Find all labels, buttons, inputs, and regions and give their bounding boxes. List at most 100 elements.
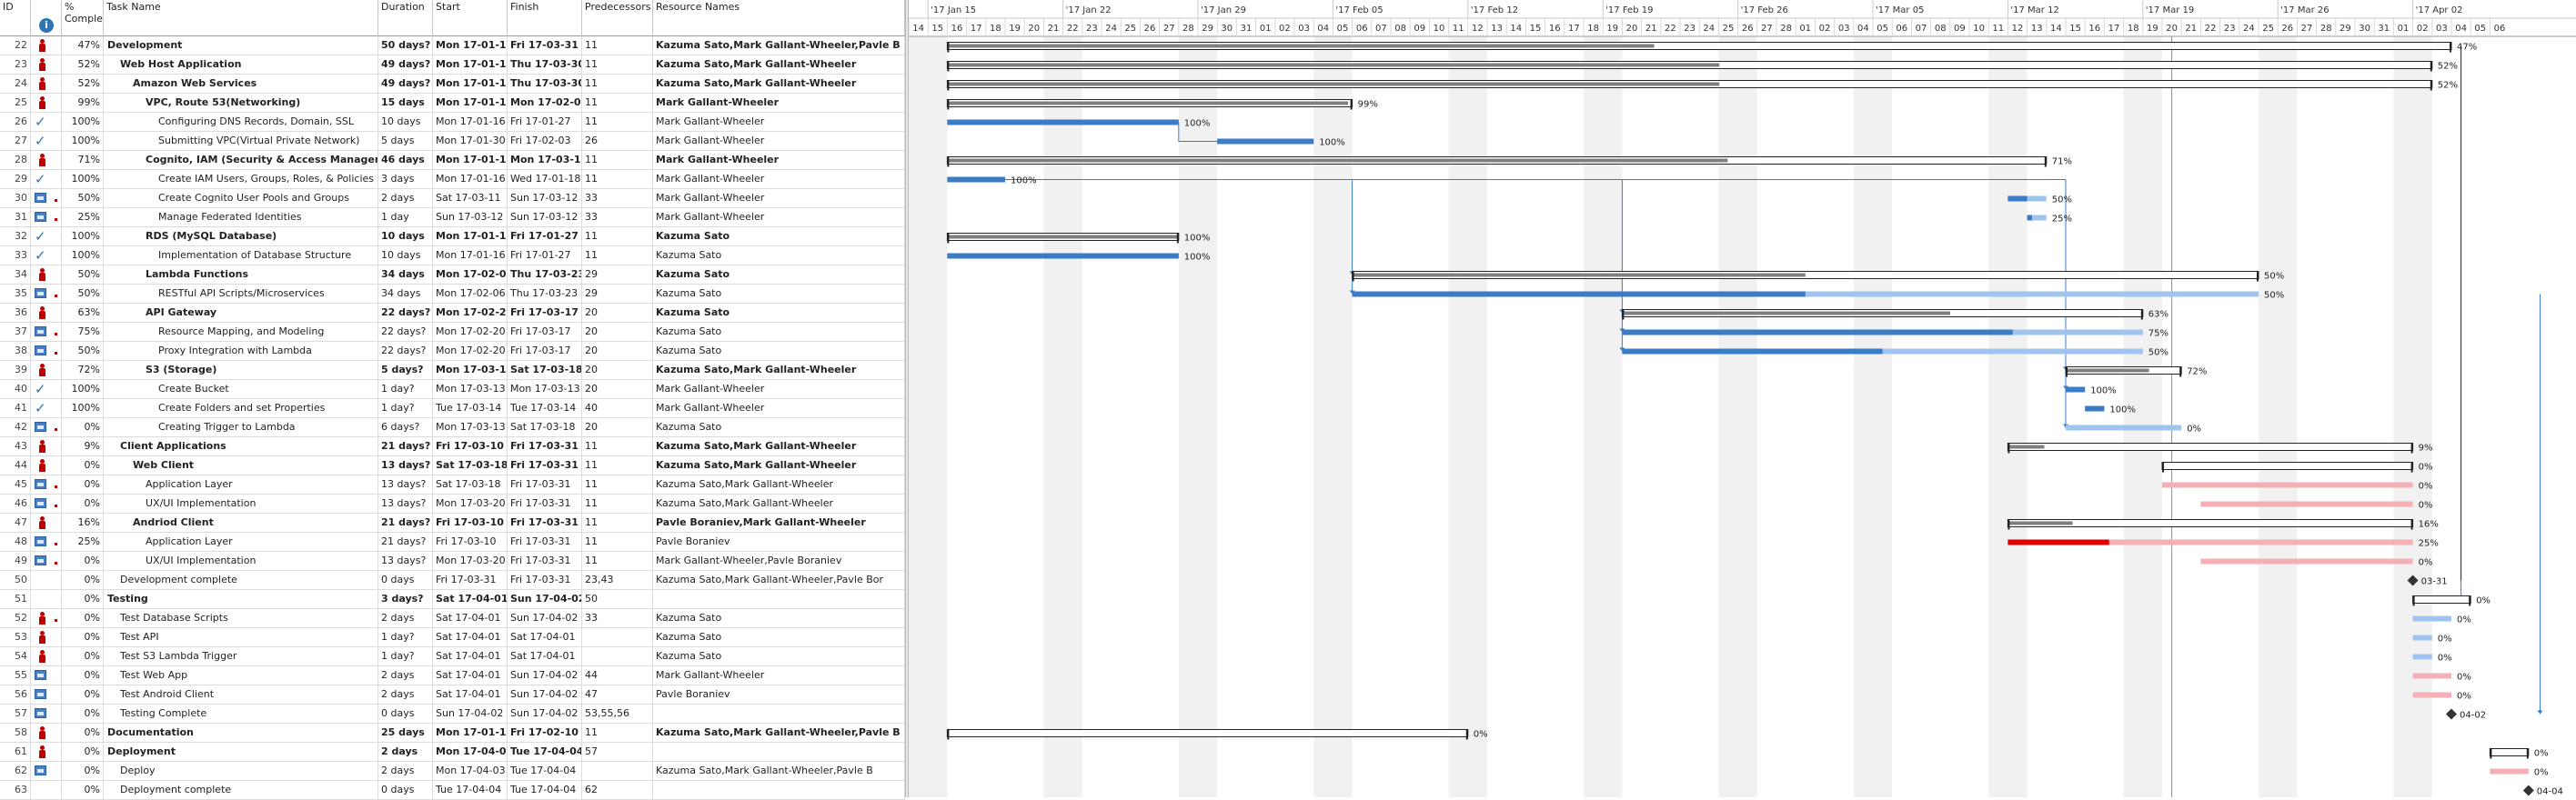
task-name[interactable]: Deploy [104,762,378,780]
table-row[interactable]: 25 99% VPC, Route 53(Networking) 15 days Mon… [0,94,905,113]
task-resources[interactable]: Kazuma Sato [653,304,905,322]
percent-complete[interactable]: 72% [62,361,104,379]
task-finish[interactable]: Fri 17-03-31 [508,514,582,532]
task-duration[interactable]: 3 days [378,170,433,188]
task-name[interactable]: VPC, Route 53(Networking) [104,94,378,112]
percent-complete[interactable]: 52% [62,75,104,93]
task-name[interactable]: Application Layer [104,475,378,494]
task-name[interactable]: UX/UI Implementation [104,552,378,570]
task-name[interactable]: Test API [104,628,378,646]
task-name[interactable]: Development complete [104,571,378,589]
task-finish[interactable]: Fri 17-03-17 [508,323,582,341]
table-row[interactable]: 37 75% Resource Mapping, and Modeling 22 da… [0,323,905,342]
task-start[interactable]: Mon 17-03-13 [433,380,508,398]
task-predecessors[interactable]: 11 [582,75,653,93]
task-finish[interactable]: Thu 17-03-23 [508,285,582,303]
task-predecessors[interactable]: 11 [582,170,653,188]
column-header-predecessors[interactable]: Predecessors [582,0,653,36]
task-resources[interactable]: Mark Gallant-Wheeler [653,208,905,226]
percent-complete[interactable]: 50% [62,265,104,284]
task-predecessors[interactable]: 44 [582,666,653,685]
task-predecessors[interactable]: 11 [582,475,653,494]
task-duration[interactable]: 2 days [378,189,433,207]
table-row[interactable]: 43 9% Client Applications 21 days? Fri 17-03… [0,437,905,456]
task-finish[interactable]: Fri 17-03-17 [508,342,582,360]
percent-complete[interactable]: 47% [62,36,104,55]
task-finish[interactable]: Sun 17-04-02 [508,685,582,704]
table-row[interactable]: 50 0% Development complete 0 days Fri 17-03-… [0,571,905,590]
table-row[interactable]: 46 0% UX/UI Implementation 13 days? Mon 17-0… [0,495,905,514]
task-name[interactable]: Submitting VPC(Virtual Private Network) [104,132,378,150]
task-duration[interactable]: 21 days? [378,437,433,455]
percent-complete[interactable]: 0% [62,475,104,494]
percent-complete[interactable]: 0% [62,685,104,704]
task-duration[interactable]: 13 days? [378,552,433,570]
task-duration[interactable]: 2 days [378,609,433,627]
task-finish[interactable]: Fri 17-02-03 [508,132,582,150]
percent-complete[interactable]: 0% [62,647,104,665]
task-duration[interactable]: 1 day? [378,380,433,398]
percent-complete[interactable]: 0% [62,456,104,475]
table-row[interactable]: 62 0% Deploy 2 days Mon 17-04-03 Tue 17-04-04… [0,762,905,781]
task-resources[interactable]: Kazuma Sato [653,265,905,284]
task-predecessors[interactable]: 23,43 [582,571,653,589]
table-row[interactable]: 26 ✓ 100% Configuring DNS Records, Domain, … [0,113,905,132]
task-resources[interactable]: Kazuma Sato,Mark Gallant-Wheeler [653,55,905,74]
task-duration[interactable]: 13 days? [378,495,433,513]
task-finish[interactable]: Sat 17-03-18 [508,418,582,436]
task-resources[interactable]: Kazuma Sato,Mark Gallant-Wheeler,Pavle B… [653,571,905,589]
task-finish[interactable]: Tue 17-04-04 [508,762,582,780]
task-finish[interactable]: Thu 17-03-23 [508,265,582,284]
task-duration[interactable]: 0 days [378,571,433,589]
table-row[interactable]: 57 0% Testing Complete 0 days Sun 17-04-02 Su… [0,705,905,724]
task-start[interactable]: Mon 17-04-03 [433,743,508,761]
task-start[interactable]: Sat 17-04-01 [433,647,508,665]
task-name[interactable]: Client Applications [104,437,378,455]
column-header-duration[interactable]: Duration [378,0,433,36]
task-predecessors[interactable]: 20 [582,304,653,322]
column-header-task-name[interactable]: Task Name [104,0,378,36]
table-row[interactable]: 22 47% Development 50 days? Mon 17-01-16 Fri … [0,36,905,55]
table-row[interactable]: 51 0% Testing 3 days? Sat 17-04-01 Sun 17-04-… [0,590,905,609]
task-resources[interactable]: Pavle Boraniev,Mark Gallant-Wheeler [653,514,905,532]
task-start[interactable]: Mon 17-01-16 [433,227,508,245]
table-row[interactable]: 39 72% S3 (Storage) 5 days? Mon 17-03-13 Sat … [0,361,905,380]
task-finish[interactable]: Fri 17-01-27 [508,113,582,131]
task-start[interactable]: Mon 17-01-16 [433,170,508,188]
task-resources[interactable]: Mark Gallant-Wheeler [653,170,905,188]
task-duration[interactable]: 2 days [378,666,433,685]
task-resources[interactable]: Kazuma Sato,Mark Gallant-Wheeler [653,361,905,379]
task-name[interactable]: API Gateway [104,304,378,322]
table-row[interactable]: 27 ✓ 100% Submitting VPC(Virtual Private Ne… [0,132,905,151]
percent-complete[interactable]: 16% [62,514,104,532]
task-finish[interactable]: Fri 17-02-10 [508,724,582,742]
task-predecessors[interactable]: 11 [582,514,653,532]
task-resources[interactable] [653,743,905,761]
percent-complete[interactable]: 0% [62,609,104,627]
task-name[interactable]: Web Client [104,456,378,475]
task-start[interactable]: Mon 17-01-16 [433,724,508,742]
task-start[interactable]: Mon 17-02-20 [433,342,508,360]
column-header-id[interactable]: ID [0,0,31,36]
task-name[interactable]: Deployment [104,743,378,761]
task-start[interactable]: Mon 17-01-16 [433,94,508,112]
table-row[interactable]: 48 25% Application Layer 21 days? Fri 17-03-… [0,533,905,552]
task-predecessors[interactable]: 57 [582,743,653,761]
task-finish[interactable]: Fri 17-03-31 [508,533,582,551]
task-duration[interactable]: 34 days [378,265,433,284]
task-start[interactable]: Sat 17-04-01 [433,609,508,627]
task-start[interactable]: Mon 17-03-13 [433,418,508,436]
task-finish[interactable]: Fri 17-03-31 [508,571,582,589]
task-duration[interactable]: 2 days [378,743,433,761]
percent-complete[interactable]: 99% [62,94,104,112]
task-duration[interactable]: 15 days [378,94,433,112]
percent-complete[interactable]: 0% [62,590,104,608]
task-finish[interactable]: Fri 17-01-27 [508,246,582,265]
task-finish[interactable]: Thu 17-03-30 [508,75,582,93]
task-resources[interactable]: Mark Gallant-Wheeler [653,666,905,685]
percent-complete[interactable]: 50% [62,342,104,360]
task-duration[interactable]: 13 days? [378,456,433,475]
task-name[interactable]: Configuring DNS Records, Domain, SSL [104,113,378,131]
task-finish[interactable]: Tue 17-04-04 [508,781,582,799]
task-resources[interactable]: Kazuma Sato [653,323,905,341]
